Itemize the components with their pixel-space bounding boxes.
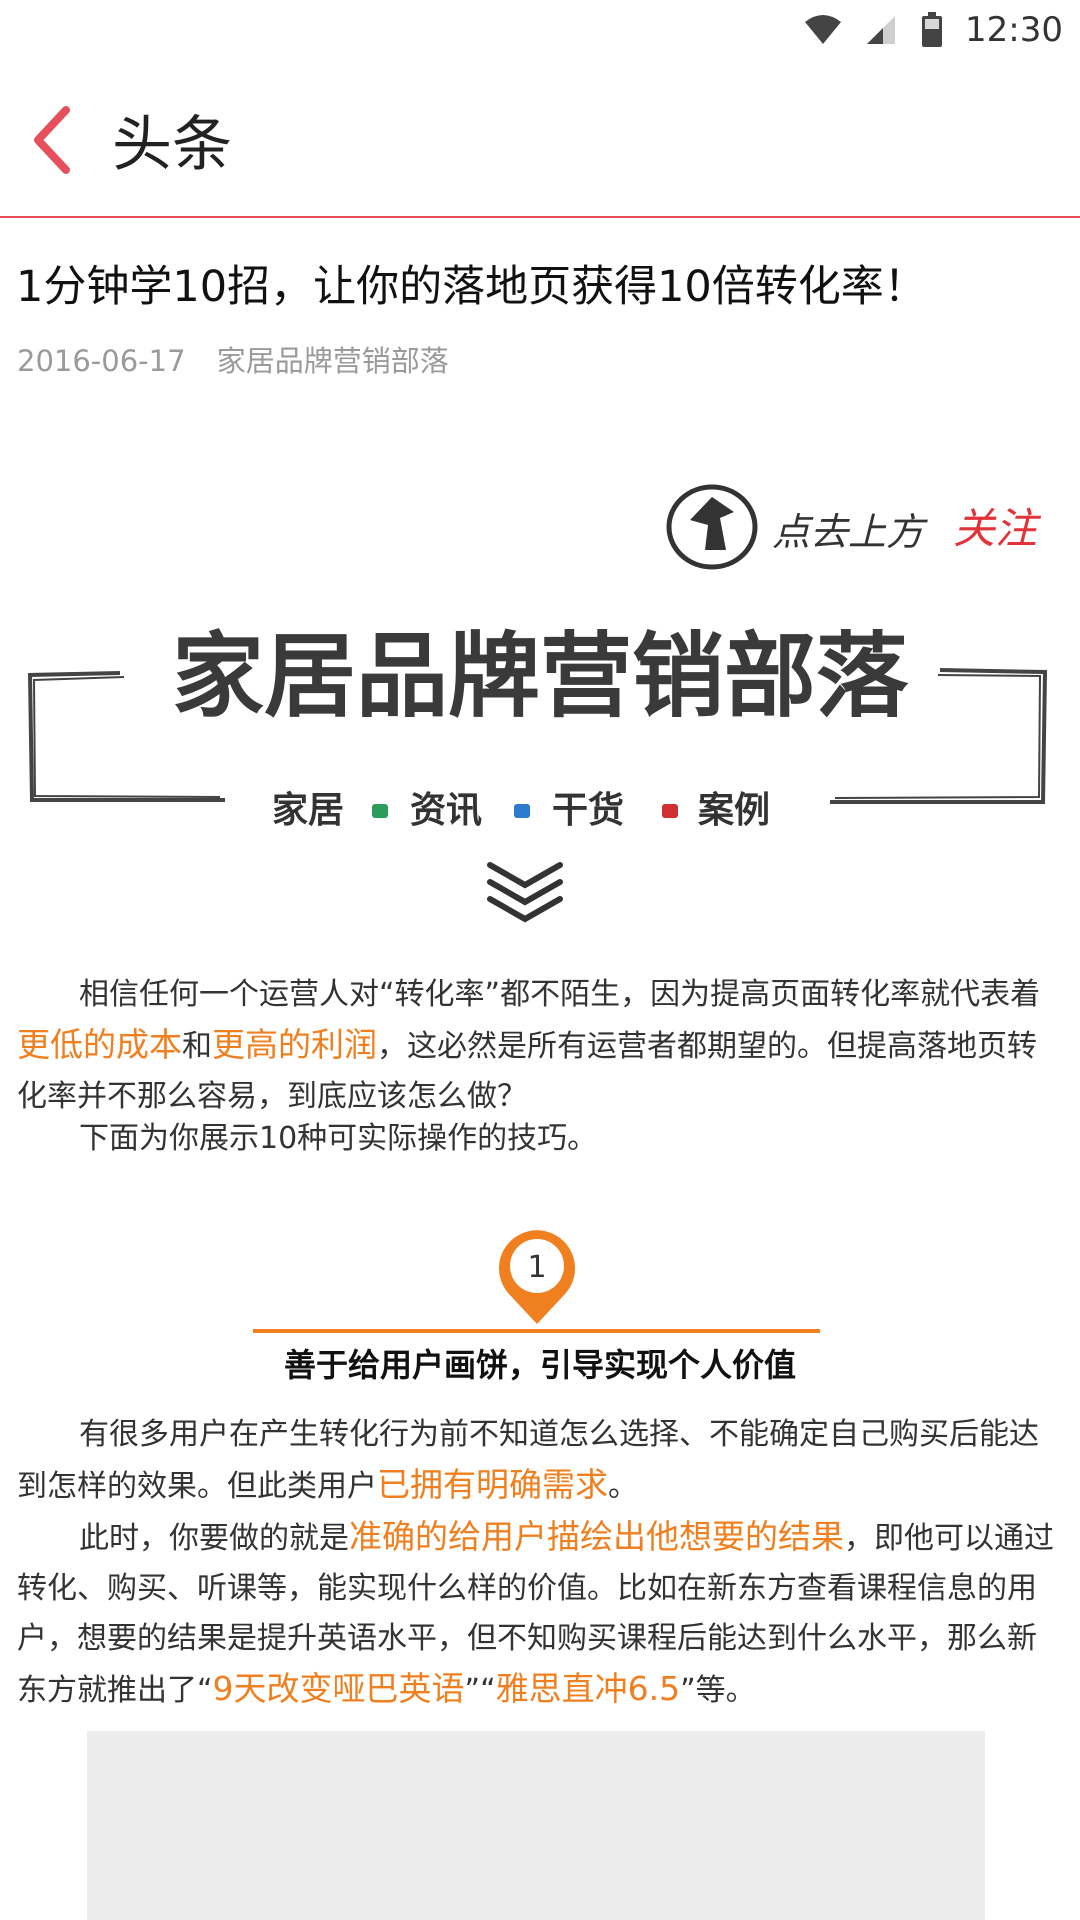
intro-text-b: 和 bbox=[182, 1029, 212, 1064]
intro-paragraph-2: 下面为你展示10种可实际操作的技巧。 bbox=[79, 1121, 598, 1156]
tag-bullet-green bbox=[372, 804, 388, 818]
article-author[interactable]: 家居品牌营销部落 bbox=[217, 344, 449, 378]
section-text-c: 此时，你要做的就是 bbox=[79, 1521, 349, 1556]
banner-tag-4: 案例 bbox=[698, 790, 770, 831]
chevron-down-icon bbox=[487, 862, 563, 923]
app-bar: 头条 bbox=[0, 60, 1080, 216]
section-divider bbox=[253, 1329, 820, 1333]
section-highlight-3: 9天改变哑巴英语 bbox=[212, 1669, 465, 1708]
intro-text-a: 相信任何一个运营人对“转化率”都不陌生，因为提高页面转化率就代表着 bbox=[79, 977, 1041, 1012]
article-date: 2016-06-17 bbox=[17, 344, 186, 378]
back-button[interactable] bbox=[26, 100, 96, 180]
header-divider bbox=[0, 216, 1080, 218]
wifi-icon bbox=[805, 15, 842, 44]
article-banner-image: 点去上方 关注 家居品牌营销部落 家居 资讯 干货 案例 bbox=[27, 484, 1048, 923]
tag-bullet-red bbox=[662, 804, 678, 818]
article-meta: 2016-06-17 家居品牌营销部落 bbox=[17, 338, 471, 380]
intro-paragraph-1: 相信任何一个运营人对“转化率”都不陌生，因为提高页面转化率就代表着更低的成本和更… bbox=[17, 970, 1062, 1122]
article-title: 1分钟学10招，让你的落地页获得10倍转化率！ bbox=[16, 262, 927, 312]
section-highlight-1: 已拥有明确需求 bbox=[377, 1465, 608, 1504]
section-paragraph-2: 此时，你要做的就是准确的给用户描绘出他想要的结果，即他可以通过转化、购买、听课等… bbox=[17, 1512, 1062, 1716]
tag-bullet-blue bbox=[514, 804, 530, 818]
section-title: 善于给用户画饼，引导实现个人价值 bbox=[283, 1346, 796, 1384]
section-highlight-4: 雅思直冲6.5 bbox=[495, 1669, 681, 1708]
banner-follow-highlight: 关注 bbox=[953, 504, 1042, 553]
section-highlight-2: 准确的给用户描绘出他想要的结果 bbox=[349, 1517, 844, 1556]
section-text-b: 。 bbox=[608, 1469, 638, 1504]
section-number: 1 bbox=[527, 1250, 546, 1285]
banner-brand-name: 家居品牌营销部落 bbox=[172, 623, 909, 730]
banner-tag-2: 资讯 bbox=[410, 790, 482, 831]
banner-tag-1: 家居 bbox=[272, 790, 344, 831]
status-icons: 12:30 bbox=[803, 8, 1063, 52]
signal-icon bbox=[867, 16, 896, 44]
page-title: 头条 bbox=[112, 110, 232, 180]
status-time: 12:30 bbox=[965, 10, 1063, 50]
battery-icon bbox=[922, 12, 943, 47]
banner-follow-prefix: 点去上方 bbox=[772, 510, 928, 554]
banner-tag-3: 干货 bbox=[552, 790, 624, 831]
intro-highlight-1: 更低的成本 bbox=[17, 1025, 182, 1064]
status-bar: 12:30 bbox=[0, 0, 1080, 60]
section-paragraph-1: 有很多用户在产生转化行为前不知道怎么选择、不能确定自己购买后能达到怎样的效果。但… bbox=[17, 1410, 1062, 1512]
chevron-left-icon bbox=[34, 106, 70, 174]
article-image-placeholder bbox=[87, 1731, 985, 1920]
section-number-pin: 1 bbox=[499, 1230, 575, 1324]
intro-highlight-2: 更高的利润 bbox=[212, 1025, 377, 1064]
section-text-e: ”“ bbox=[464, 1673, 496, 1708]
section-text-f: ”等。 bbox=[680, 1673, 756, 1708]
brand-logo-icon bbox=[666, 484, 758, 570]
